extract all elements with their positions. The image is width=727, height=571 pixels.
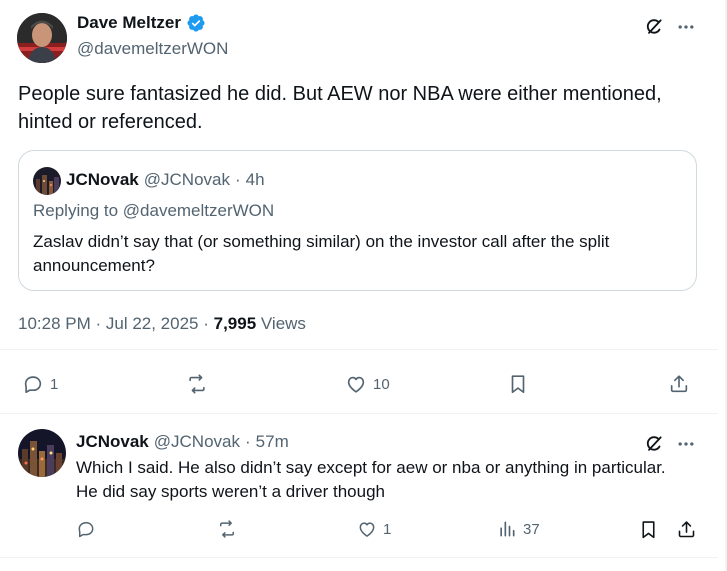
analytics-icon — [500, 521, 515, 537]
author-avatar[interactable] — [17, 13, 67, 63]
heart-icon — [359, 522, 375, 537]
city-night-photo — [33, 167, 61, 195]
quoted-tweet-text: Zaslav didn’t say that (or something sim… — [33, 232, 610, 275]
tweet-text: People sure fantasized he did. But AEW n… — [18, 83, 662, 133]
views-count: 7,995 — [213, 314, 257, 333]
quoted-tweet-card[interactable]: JCNovak @JCNovak · 4h Replying to @davem… — [18, 150, 697, 291]
reply-button[interactable] — [76, 519, 96, 539]
reply-icon — [78, 522, 94, 538]
avatar-photo — [17, 13, 67, 63]
views-label: Views — [256, 314, 306, 333]
tweet-divider — [0, 413, 718, 414]
bookmark-icon — [511, 375, 525, 394]
bookmark-button[interactable] — [507, 373, 529, 395]
tweet-timestamp[interactable]: 10:28 PM · Jul 22, 2025 · — [18, 314, 214, 333]
reply-author-handle[interactable]: @JCNovak — [154, 432, 240, 452]
meta-divider — [0, 349, 718, 350]
tweet-meta: 10:28 PM · Jul 22, 2025 · 7,995 Views — [18, 314, 306, 334]
reply-separator: · — [245, 432, 251, 451]
retweet-button[interactable] — [217, 519, 237, 539]
like-button[interactable]: 10 — [345, 373, 390, 395]
share-button[interactable] — [676, 519, 697, 540]
share-icon — [670, 375, 688, 393]
views-button[interactable]: 37 — [497, 519, 540, 539]
quoted-author-name: JCNovak — [66, 170, 139, 189]
views-count: 37 — [523, 520, 540, 538]
replying-to: Replying to @davemeltzerWON — [33, 201, 275, 220]
like-count: 10 — [373, 375, 390, 393]
heart-icon — [347, 376, 365, 393]
like-count: 1 — [383, 520, 392, 538]
author-name[interactable]: Dave Meltzer — [77, 13, 181, 33]
bookmark-icon — [642, 521, 655, 539]
quoted-time: 4h — [245, 170, 265, 189]
retweet-icon — [189, 374, 205, 394]
reply-button[interactable]: 1 — [22, 373, 58, 395]
like-button[interactable]: 1 — [357, 519, 391, 539]
verified-badge-icon — [187, 14, 205, 32]
reply-time[interactable]: 57m — [256, 432, 289, 452]
quoted-separator: · — [235, 170, 241, 189]
grok-icon[interactable] — [641, 431, 667, 457]
quoted-author-handle: @JCNovak — [143, 170, 230, 189]
grok-icon[interactable] — [641, 14, 667, 40]
share-icon — [678, 521, 695, 538]
author-handle[interactable]: @davemeltzerWON — [77, 39, 228, 59]
quoted-author-avatar — [33, 167, 61, 195]
more-options-icon[interactable] — [673, 431, 699, 457]
share-button[interactable] — [668, 373, 690, 395]
reply-tweet-text: Which I said. He also didn’t say except … — [76, 458, 666, 501]
more-options-icon[interactable] — [673, 14, 699, 40]
city-night-photo — [18, 429, 66, 477]
reply-icon — [24, 376, 42, 394]
retweet-button[interactable] — [186, 373, 208, 395]
retweet-icon — [220, 520, 234, 538]
reply-count: 1 — [50, 375, 59, 393]
reply-author-name[interactable]: JCNovak — [76, 432, 149, 452]
bookmark-button[interactable] — [638, 519, 659, 540]
bottom-divider — [0, 557, 718, 558]
reply-author-avatar[interactable] — [18, 429, 66, 477]
